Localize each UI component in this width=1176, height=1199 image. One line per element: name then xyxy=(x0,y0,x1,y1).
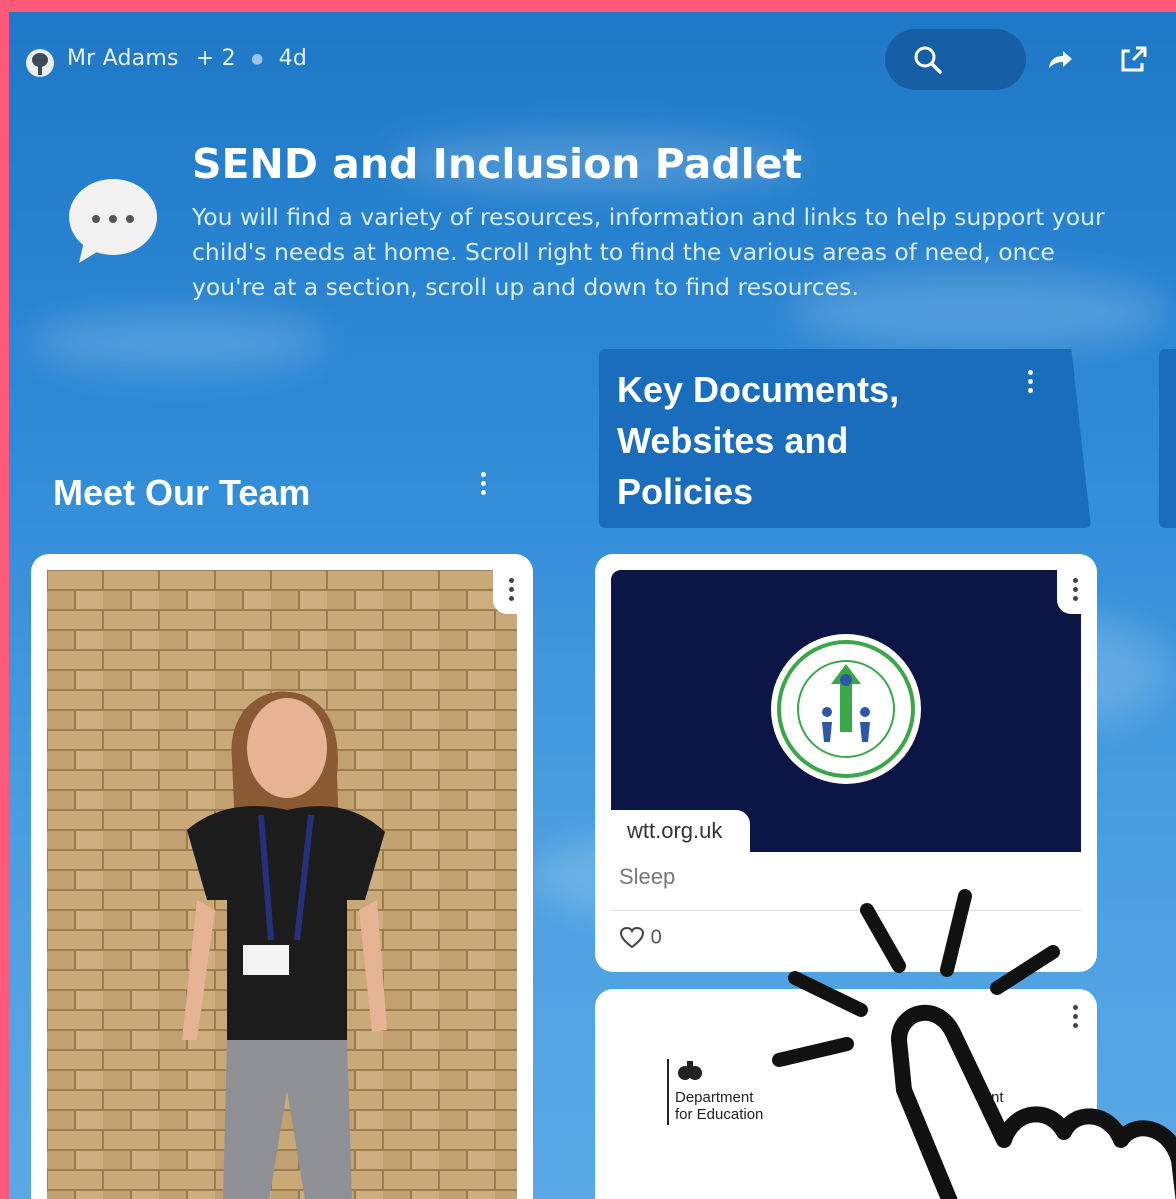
post-title: Sleep xyxy=(619,864,676,889)
like-count: 0 xyxy=(650,926,662,949)
section-menu-icon[interactable] xyxy=(1025,370,1035,400)
open-external-button[interactable] xyxy=(1113,40,1153,80)
share-button[interactable] xyxy=(1040,40,1080,80)
section-header-partial xyxy=(1159,349,1176,528)
post-meta: Mr Adams + 2 ● 4d xyxy=(67,46,307,71)
section-title-key-documents: Key Documents, Websites and Policies xyxy=(617,369,900,512)
heart-icon[interactable] xyxy=(619,926,645,950)
collaborators-count[interactable]: + 2 xyxy=(196,46,236,71)
post-card-team-photo[interactable] xyxy=(31,554,533,1199)
like-control[interactable]: 0 xyxy=(619,926,662,950)
search-button[interactable] xyxy=(885,29,1026,90)
section-menu-icon[interactable] xyxy=(478,472,488,502)
click-hand-icon xyxy=(772,889,1176,1199)
dfe-logo xyxy=(667,1059,669,1125)
page-description: You will find a variety of resources, in… xyxy=(192,203,1105,301)
avatar[interactable] xyxy=(26,49,54,77)
top-bar: Mr Adams + 2 ● 4d xyxy=(9,12,1176,108)
link-domain[interactable]: wtt.org.uk xyxy=(611,810,751,852)
team-member-photo[interactable] xyxy=(47,570,517,1199)
post-menu-icon[interactable] xyxy=(493,570,529,614)
dfe-logo-line1: Department xyxy=(675,1089,754,1106)
section-title-meet-our-team: Meet Our Team xyxy=(53,472,311,513)
author-name[interactable]: Mr Adams xyxy=(67,46,179,71)
post-age: 4d xyxy=(278,46,308,71)
crest-icon xyxy=(678,1061,702,1080)
share-icon xyxy=(1049,51,1072,68)
padlet-board: Mr Adams + 2 ● 4d SEND and Inclusion Pad… xyxy=(9,12,1176,1199)
page-title: SEND and Inclusion Padlet xyxy=(192,140,803,188)
chat-bubble-icon xyxy=(69,179,157,263)
open-external-icon xyxy=(1121,46,1147,72)
post-menu-icon[interactable] xyxy=(1057,570,1093,614)
working-together-team-logo xyxy=(771,634,921,784)
separator-dot: ● xyxy=(251,51,264,67)
link-preview-image[interactable]: wtt.org.uk xyxy=(611,570,1081,852)
brick-wall-image xyxy=(47,570,517,1199)
search-icon xyxy=(914,46,942,74)
